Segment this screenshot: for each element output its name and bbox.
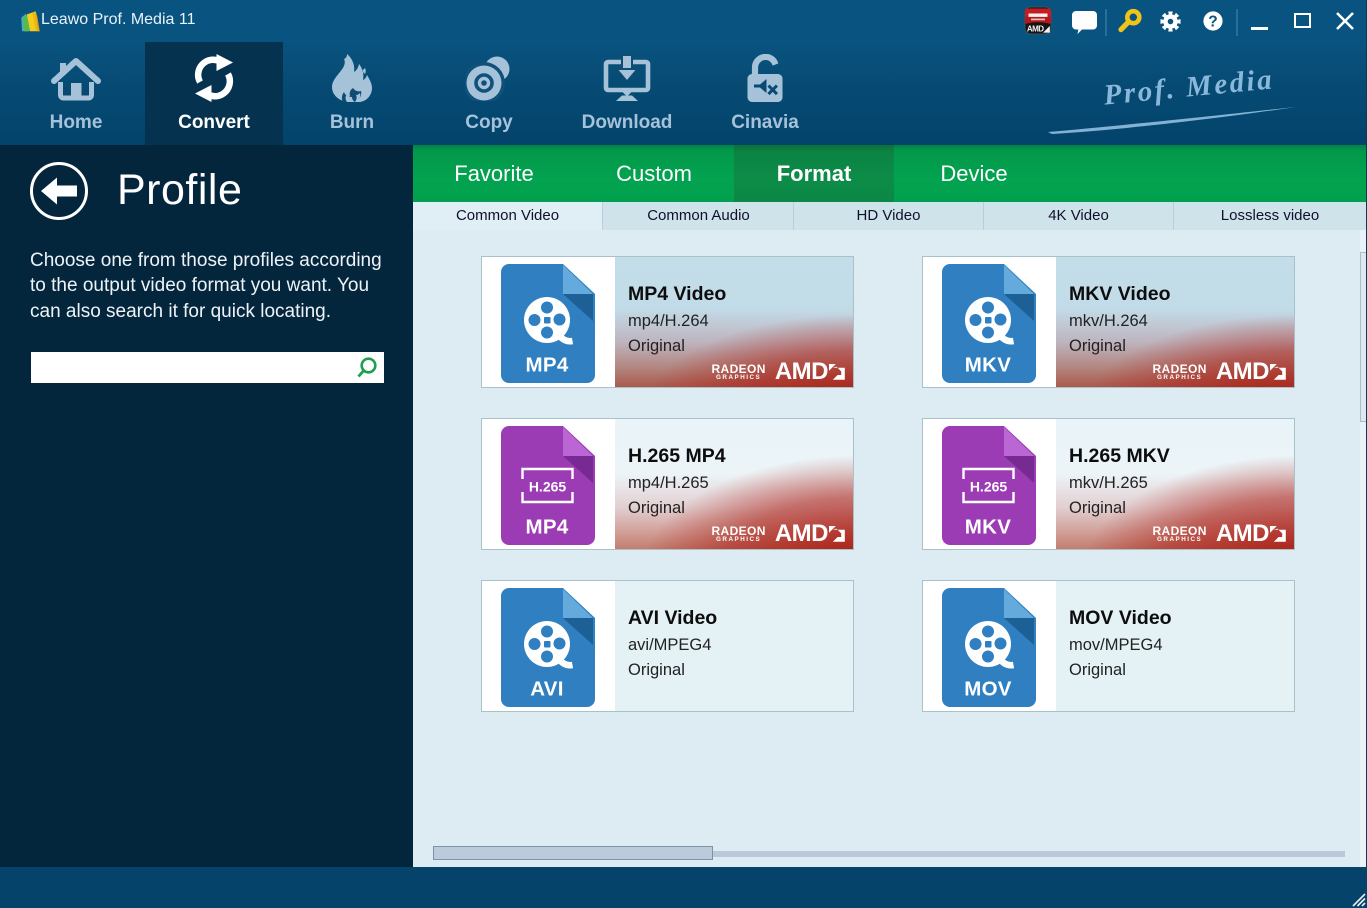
svg-text:AVI: AVI (530, 678, 564, 701)
svg-text:H.265: H.265 (529, 479, 567, 495)
svg-text:MKV: MKV (965, 516, 1011, 539)
svg-text:AMD◢: AMD◢ (1027, 25, 1051, 34)
svg-text:MKV: MKV (965, 354, 1011, 377)
svg-text:H.265: H.265 (970, 479, 1008, 495)
svg-text:MP4: MP4 (525, 516, 568, 539)
svg-text:MP4: MP4 (525, 354, 568, 377)
svg-text:?: ? (1208, 13, 1217, 30)
svg-text:MOV: MOV (964, 678, 1012, 701)
